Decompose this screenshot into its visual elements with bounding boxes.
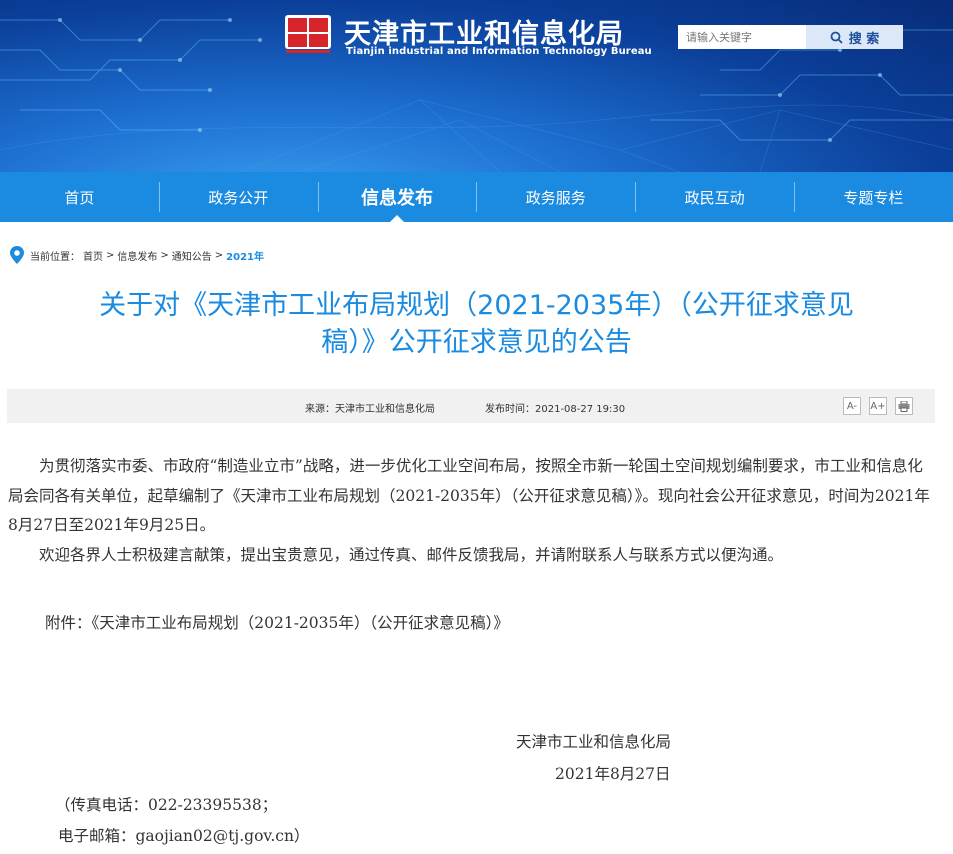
nav-item-news-release[interactable]: 信息发布 (317, 172, 477, 222)
breadcrumb: 当前位置： 首页 > 信息发布 > 通知公告 > 2021年 (10, 246, 267, 264)
fax-contact: （传真电话：022-23395538； (55, 796, 278, 814)
font-decrease-button[interactable]: A- (843, 397, 861, 415)
search-button-label: 搜 索 (848, 31, 880, 47)
article-title: 关于对《天津市工业布局规划（2021-2035年）（公开征求意见 稿）》公开征求… (40, 287, 913, 361)
search-button[interactable]: 搜 索 (806, 25, 903, 49)
breadcrumb-item-notices[interactable]: 通知公告 (172, 248, 212, 263)
article-paragraph-2: 欢迎各界人士积极建言献策，提出宝贵意见，通过传真、邮件反馈我局，并请附联系人与联… (39, 545, 784, 564)
breadcrumb-item-year[interactable]: 2021年 (226, 248, 264, 263)
email-contact: 电子邮箱：gaojian02@tj.gov.cn） (58, 827, 310, 845)
article-title-line2: 稿）》公开征求意见的公告 (321, 327, 632, 358)
signature-organization: 天津市工业和信息化局 (516, 733, 672, 751)
font-increase-button[interactable]: A+ (869, 397, 887, 415)
article-title-line1: 关于对《天津市工业布局规划（2021-2035年）（公开征求意见 (99, 290, 854, 321)
nav-item-interaction[interactable]: 政民互动 (635, 172, 794, 222)
article-paragraph-1: 为贯彻落实市委、市政府“制造业立市”战略，进一步优化工业空间布局，按照全市新一轮… (8, 457, 930, 534)
article-meta-bar: 来源：天津市工业和信息化局 发布时间：2021-08-27 19:30 A- A… (7, 389, 935, 423)
site-title-english: Tianjin industrial and Information Techn… (346, 46, 652, 57)
header-banner: 天津市工业和信息化局 Tianjin industrial and Inform… (0, 0, 953, 172)
breadcrumb-prefix: 当前位置： (30, 251, 80, 263)
article-date: 发布时间：2021-08-27 19:30 (485, 400, 625, 415)
bureau-logo-icon (285, 15, 331, 53)
nav-item-government-affairs[interactable]: 政务公开 (158, 172, 318, 222)
date-value: 2021-08-27 19:30 (535, 404, 626, 415)
print-icon (898, 400, 910, 412)
breadcrumb-separator: > (106, 249, 115, 261)
source-value: 天津市工业和信息化局 (335, 404, 435, 415)
search-input[interactable] (678, 25, 806, 49)
search-icon (830, 31, 843, 44)
main-nav: 首页 政务公开 信息发布 政务服务 政民互动 专题专栏 (0, 172, 953, 222)
location-pin-icon (10, 246, 24, 264)
breadcrumb-item-home[interactable]: 首页 (83, 248, 103, 263)
signature-date: 2021年8月27日 (555, 765, 671, 783)
article-body: 为贯彻落实市委、市政府“制造业立市”战略，进一步优化工业空间布局，按照全市新一轮… (8, 452, 938, 570)
attachment-link[interactable]: 附件：《天津市工业布局规划（2021-2035年）（公开征求意见稿）》 (45, 611, 509, 633)
print-button[interactable] (895, 397, 913, 415)
nav-item-special-topics[interactable]: 专题专栏 (793, 172, 953, 222)
nav-item-home[interactable]: 首页 (0, 172, 159, 222)
article-source: 来源：天津市工业和信息化局 (305, 400, 435, 415)
source-label: 来源： (305, 404, 335, 415)
breadcrumb-separator: > (214, 249, 224, 261)
breadcrumb-item-news[interactable]: 信息发布 (117, 248, 157, 263)
date-label: 发布时间： (485, 404, 535, 415)
breadcrumb-separator: > (160, 249, 169, 261)
nav-item-services[interactable]: 政务服务 (476, 172, 635, 222)
